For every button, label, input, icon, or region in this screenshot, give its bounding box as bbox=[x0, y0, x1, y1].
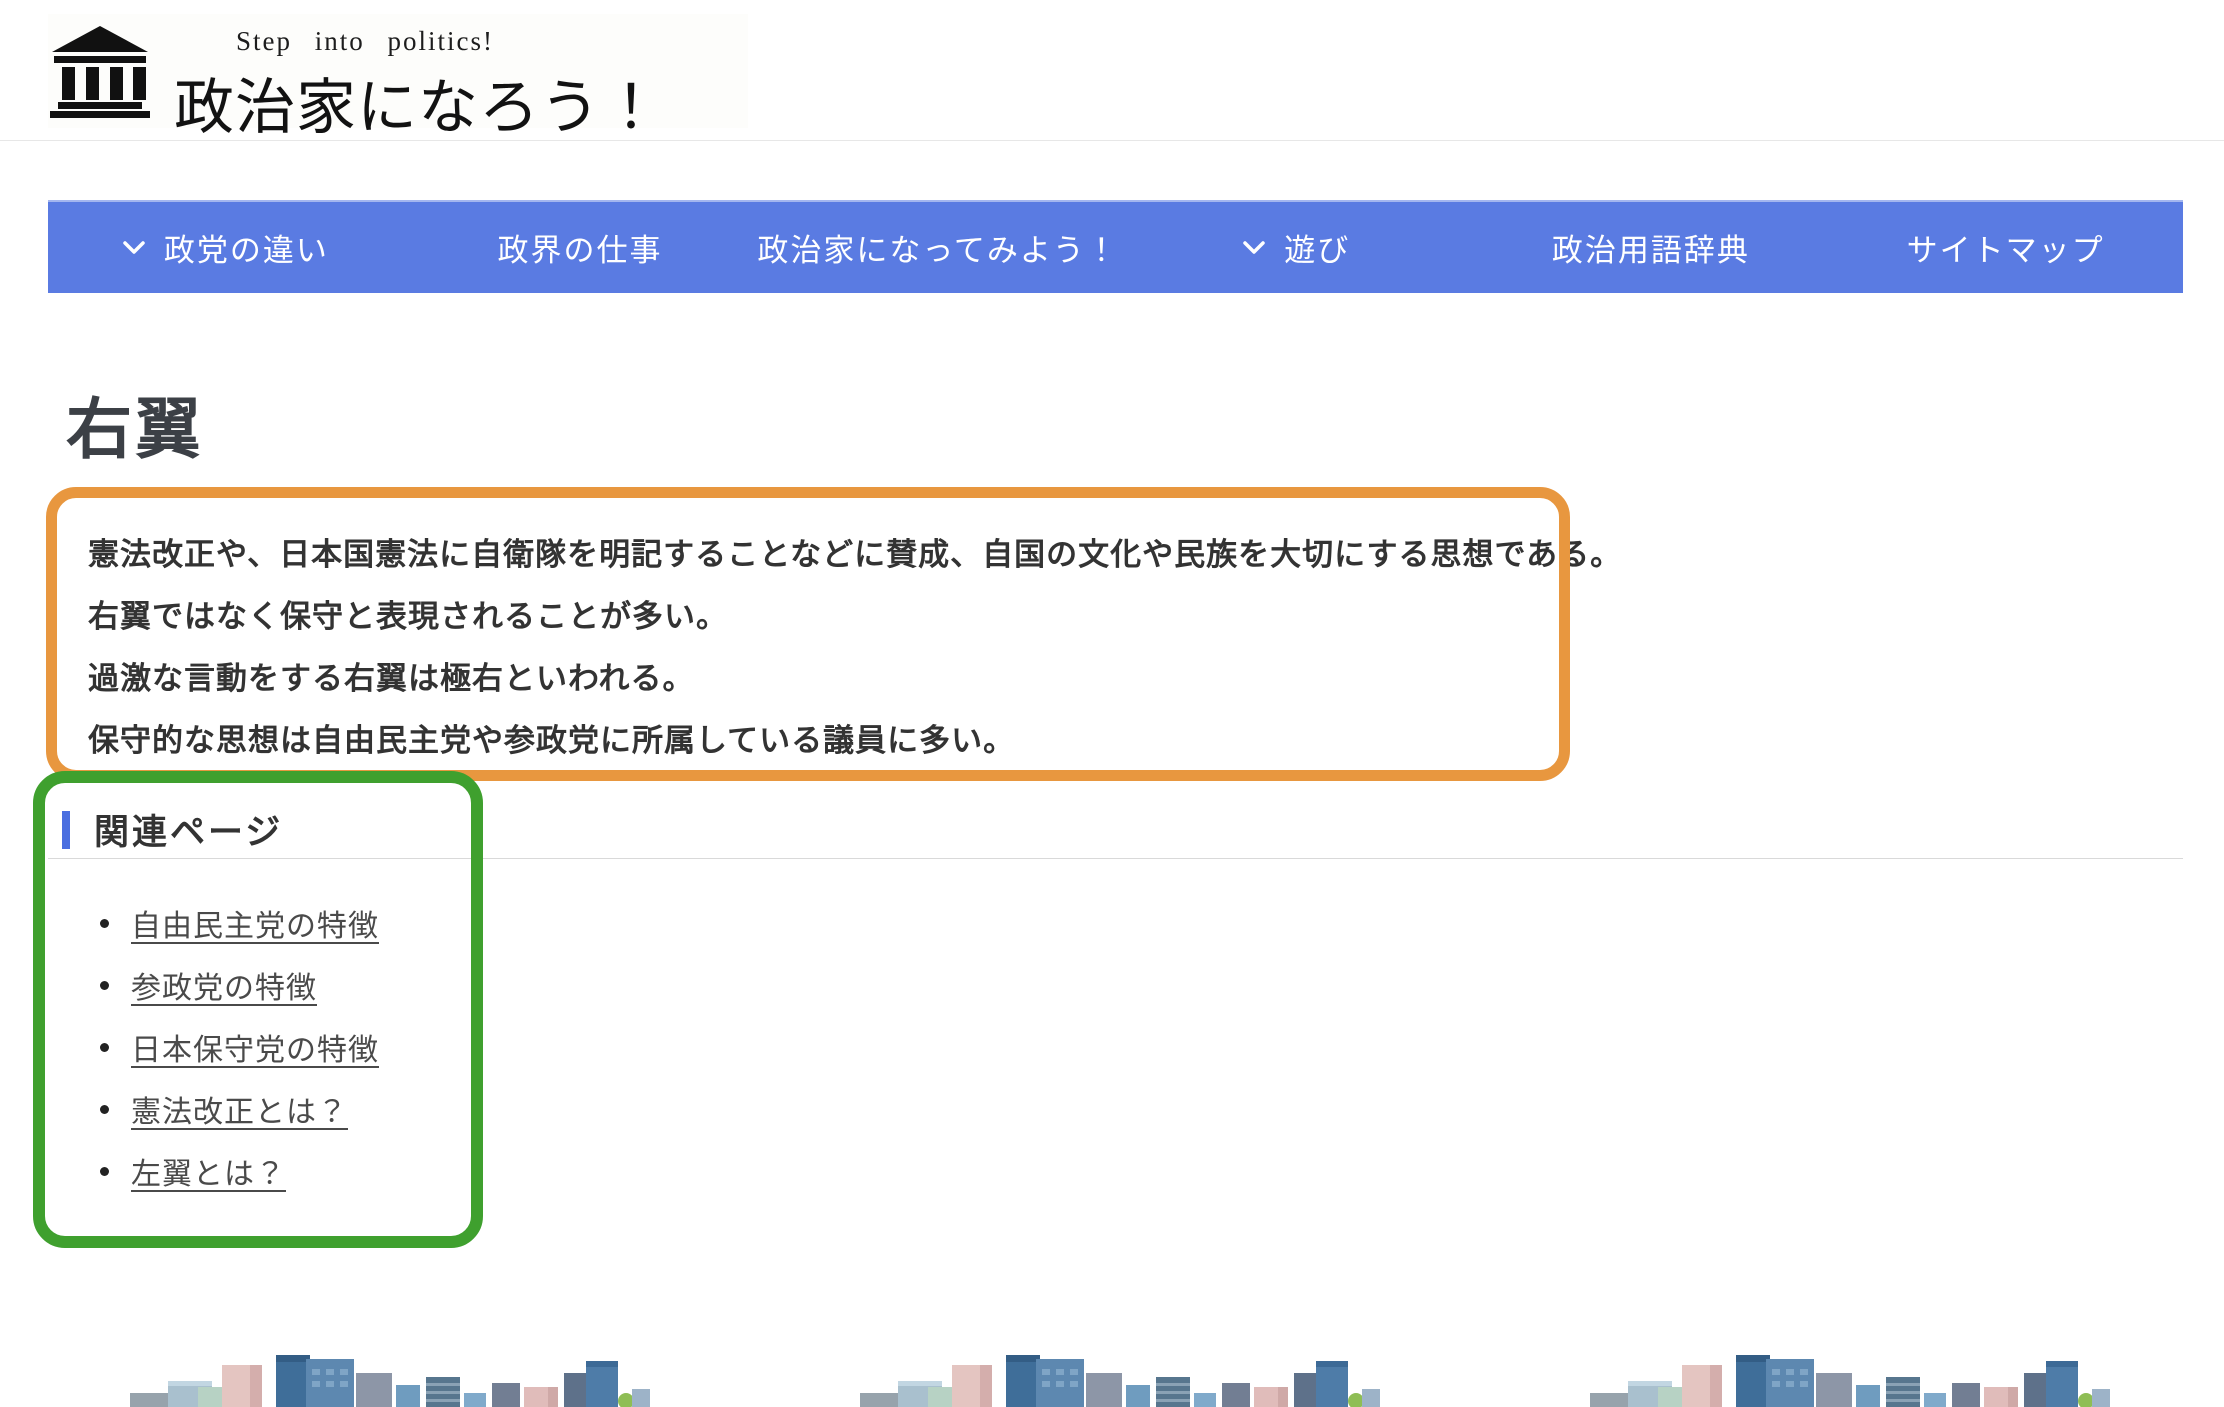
bullet-dot bbox=[100, 981, 109, 990]
bullet-dot bbox=[100, 1105, 109, 1114]
bank-building-icon bbox=[48, 26, 152, 118]
related-link[interactable]: 自由民主党の特徴 bbox=[131, 901, 379, 945]
nav-menu-item[interactable]: 政治家になってみよう！ bbox=[757, 202, 1118, 293]
nav-item-label: 政党の違い bbox=[164, 225, 329, 270]
skyline-cluster bbox=[1550, 1347, 2110, 1407]
list-item: 自由民主党の特徴 bbox=[100, 892, 379, 954]
heading-accent-bar bbox=[62, 811, 70, 849]
related-link[interactable]: 参政党の特徴 bbox=[131, 963, 317, 1007]
nav-item-label: 遊び bbox=[1284, 225, 1350, 270]
related-pages-heading: 関連ページ bbox=[62, 804, 283, 855]
list-item: 日本保守党の特徴 bbox=[100, 1016, 379, 1078]
main-navigation: 政党の違い 政界の仕事 政治家になってみよう！ bbox=[48, 200, 2183, 293]
nav-menu-item[interactable]: 政界の仕事 bbox=[403, 202, 758, 293]
bullet-dot bbox=[100, 1043, 109, 1052]
related-links-list: 自由民主党の特徴 参政党の特徴 日本保守党の特徴 憲法改正とは？ 左翼とは？ bbox=[100, 892, 379, 1202]
skyline-cluster bbox=[820, 1347, 1380, 1407]
nav-item-label: 政治家になってみよう！ bbox=[757, 225, 1118, 270]
nav-item-label: 政治用語辞典 bbox=[1552, 225, 1750, 270]
page-title: 右翼 bbox=[66, 376, 204, 472]
chevron-down-icon bbox=[1242, 240, 1266, 256]
nav-item-label: サイトマップ bbox=[1907, 225, 2105, 270]
list-item: 参政党の特徴 bbox=[100, 954, 379, 1016]
nav-item-label: 政界の仕事 bbox=[498, 225, 663, 270]
city-skyline-illustration bbox=[0, 1347, 2224, 1407]
related-link[interactable]: 左翼とは？ bbox=[131, 1149, 286, 1193]
description-line: 過激な言動をする右翼は極右といわれる。 bbox=[88, 648, 1528, 710]
list-item: 左翼とは？ bbox=[100, 1140, 379, 1202]
bullet-dot bbox=[100, 919, 109, 928]
related-link[interactable]: 憲法改正とは？ bbox=[131, 1087, 348, 1131]
nav-menu-item[interactable]: 政治用語辞典 bbox=[1474, 202, 1829, 293]
site-logo-link[interactable]: Step into politics! 政治家になろう！ bbox=[48, 14, 748, 128]
description-line: 憲法改正や、日本国憲法に自衛隊を明記することなどに賛成、自国の文化や民族を大切に… bbox=[88, 524, 1528, 586]
list-item: 憲法改正とは？ bbox=[100, 1078, 379, 1140]
site-tagline: Step into politics! bbox=[174, 26, 662, 57]
description-block: 憲法改正や、日本国憲法に自衛隊を明記することなどに賛成、自国の文化や民族を大切に… bbox=[88, 524, 1528, 772]
section-divider bbox=[48, 858, 2183, 859]
related-pages-title: 関連ページ bbox=[94, 804, 283, 855]
header-divider bbox=[0, 140, 2224, 141]
chevron-down-icon bbox=[122, 240, 146, 256]
site-title: 政治家になろう！ bbox=[174, 59, 662, 146]
bullet-dot bbox=[100, 1167, 109, 1176]
nav-menu-item[interactable]: サイトマップ bbox=[1828, 202, 2183, 293]
description-line: 保守的な思想は自由民主党や参政党に所属している議員に多い。 bbox=[88, 710, 1528, 772]
nav-menu-item[interactable]: 遊び bbox=[1119, 202, 1474, 293]
skyline-cluster bbox=[90, 1347, 650, 1407]
related-link[interactable]: 日本保守党の特徴 bbox=[131, 1025, 379, 1069]
description-line: 右翼ではなく保守と表現されることが多い。 bbox=[88, 586, 1528, 648]
nav-menu-item[interactable]: 政党の違い bbox=[48, 202, 403, 293]
